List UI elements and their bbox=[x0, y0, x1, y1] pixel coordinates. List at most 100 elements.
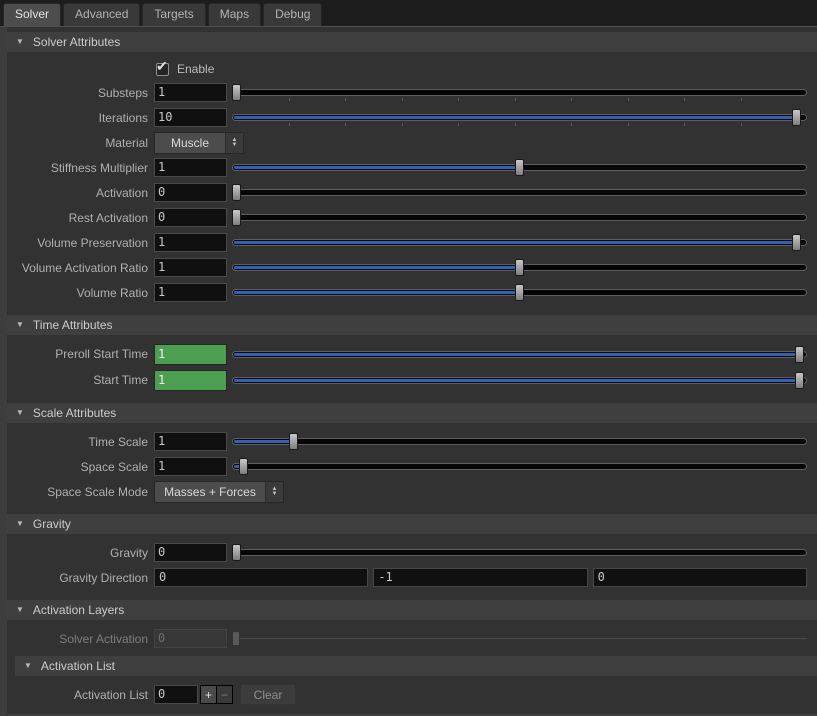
vector-component-field[interactable]: 0 bbox=[154, 568, 368, 587]
slider-handle[interactable] bbox=[232, 631, 240, 646]
slider-handle[interactable] bbox=[239, 458, 248, 475]
parm-slider[interactable] bbox=[232, 159, 807, 176]
collapse-triangle-icon[interactable]: ▼ bbox=[16, 38, 24, 46]
tab-targets[interactable]: Targets bbox=[142, 3, 205, 26]
list-add-remove-group: +− bbox=[200, 685, 233, 704]
parm-slider[interactable] bbox=[232, 84, 807, 101]
parm-slider[interactable] bbox=[232, 259, 807, 276]
parm-slider[interactable] bbox=[232, 109, 807, 126]
parm-value-field[interactable]: 1 bbox=[154, 432, 227, 451]
collapse-triangle-icon[interactable]: ▼ bbox=[24, 662, 32, 670]
slider-handle[interactable] bbox=[795, 372, 804, 389]
parm-value-field[interactable]: 1 bbox=[154, 283, 227, 302]
slider-handle[interactable] bbox=[289, 433, 298, 450]
parm-slider[interactable] bbox=[232, 184, 807, 201]
parm-slider[interactable] bbox=[232, 544, 807, 561]
slider-fill bbox=[234, 241, 796, 244]
section-header-time-attributes[interactable]: ▼Time Attributes bbox=[7, 315, 817, 335]
slider-track[interactable] bbox=[232, 463, 807, 470]
parm-value-field[interactable]: 1 bbox=[154, 370, 227, 391]
slider-handle[interactable] bbox=[232, 184, 241, 201]
enable-checkbox[interactable]: ✔ bbox=[156, 63, 169, 76]
parm-value-field[interactable]: 0 bbox=[154, 629, 227, 648]
slider-track[interactable] bbox=[232, 214, 807, 221]
section-header-gravity[interactable]: ▼Gravity bbox=[7, 514, 817, 534]
parm-label: Material bbox=[7, 136, 148, 150]
collapse-triangle-icon[interactable]: ▼ bbox=[16, 321, 24, 329]
section-title: Activation Layers bbox=[33, 603, 124, 617]
parm-label: Time Scale bbox=[7, 435, 148, 449]
tab-debug[interactable]: Debug bbox=[263, 3, 322, 26]
slider-track[interactable] bbox=[232, 438, 807, 445]
dropdown-spinner[interactable]: ▲▼ bbox=[265, 482, 283, 502]
section-header-activation-layers[interactable]: ▼ Activation Layers bbox=[7, 600, 817, 620]
clear-button[interactable]: Clear bbox=[240, 684, 296, 705]
parm-value-field[interactable]: 1 bbox=[154, 158, 227, 177]
collapse-triangle-icon[interactable]: ▼ bbox=[16, 606, 24, 614]
parm-value-field[interactable]: 1 bbox=[154, 83, 227, 102]
parm-row-space-scale: Space Scale1 bbox=[7, 454, 817, 479]
parm-slider[interactable] bbox=[232, 372, 807, 389]
parm-slider[interactable] bbox=[232, 234, 807, 251]
tab-solver[interactable]: Solver bbox=[3, 3, 61, 26]
parm-value-field[interactable]: 0 bbox=[154, 208, 227, 227]
dropdown-material[interactable]: Muscle▲▼ bbox=[154, 132, 244, 154]
dropdown-value[interactable]: Masses + Forces bbox=[155, 482, 265, 502]
parm-value-field[interactable]: 0 bbox=[154, 183, 227, 202]
vector-component-field[interactable]: -1 bbox=[373, 568, 587, 587]
parm-slider[interactable] bbox=[232, 630, 807, 647]
slider-track[interactable] bbox=[232, 638, 807, 639]
slider-tick bbox=[345, 98, 346, 101]
dropdown-spinner[interactable]: ▲▼ bbox=[225, 133, 243, 153]
parm-slider[interactable] bbox=[232, 458, 807, 475]
parm-value-field[interactable]: 1 bbox=[154, 258, 227, 277]
tab-advanced[interactable]: Advanced bbox=[63, 3, 140, 26]
parm-row-iterations: Iterations10 bbox=[7, 105, 817, 130]
parm-value-field[interactable]: 1 bbox=[154, 344, 227, 365]
slider-track[interactable] bbox=[232, 189, 807, 196]
dropdown-space-scale-mode[interactable]: Masses + Forces▲▼ bbox=[154, 481, 284, 503]
vector-component-field[interactable]: 0 bbox=[593, 568, 807, 587]
dropdown-value[interactable]: Muscle bbox=[155, 133, 225, 153]
slider-handle[interactable] bbox=[795, 346, 804, 363]
slider-handle[interactable] bbox=[232, 84, 241, 101]
slider-track[interactable] bbox=[232, 351, 807, 358]
slider-track[interactable] bbox=[232, 549, 807, 556]
parm-row-time-scale: Time Scale 1 bbox=[7, 429, 817, 454]
parm-slider[interactable] bbox=[232, 346, 807, 363]
parm-value-field[interactable]: 10 bbox=[154, 108, 227, 127]
slider-handle[interactable] bbox=[515, 284, 524, 301]
parm-row-gravity: Gravity0 bbox=[7, 540, 817, 565]
parm-slider[interactable] bbox=[232, 284, 807, 301]
parm-label: Volume Ratio bbox=[7, 286, 148, 300]
slider-tick bbox=[741, 98, 742, 101]
parm-value-field[interactable]: 0 bbox=[154, 543, 227, 562]
tab-maps[interactable]: Maps bbox=[208, 3, 261, 26]
parm-label: Activation bbox=[7, 186, 148, 200]
slider-track[interactable] bbox=[232, 89, 807, 96]
section-header-activation-list[interactable]: ▼Activation List bbox=[15, 656, 817, 676]
parm-row-solver-activation: Solver Activation0 bbox=[7, 626, 817, 651]
slider-handle[interactable] bbox=[792, 234, 801, 251]
section-header-solver-attributes[interactable]: ▼Solver Attributes bbox=[7, 32, 817, 52]
slider-handle[interactable] bbox=[515, 159, 524, 176]
slider-handle[interactable] bbox=[232, 209, 241, 226]
slider-handle[interactable] bbox=[515, 259, 524, 276]
parm-value-field[interactable]: 1 bbox=[154, 233, 227, 252]
add-item-button[interactable]: + bbox=[201, 686, 217, 703]
slider-handle[interactable] bbox=[232, 544, 241, 561]
slider-fill bbox=[234, 353, 802, 356]
parm-slider[interactable] bbox=[232, 433, 807, 450]
collapse-triangle-icon[interactable]: ▼ bbox=[16, 520, 24, 528]
slider-track[interactable] bbox=[232, 377, 807, 384]
section-header-scale-attributes[interactable]: ▼Scale Attributes bbox=[7, 403, 817, 423]
parm-slider[interactable] bbox=[232, 209, 807, 226]
remove-item-button[interactable]: − bbox=[217, 686, 232, 703]
slider-fill bbox=[234, 291, 520, 294]
slider-track[interactable] bbox=[232, 239, 807, 246]
collapse-triangle-icon[interactable]: ▼ bbox=[16, 409, 24, 417]
parm-value-field[interactable]: 1 bbox=[154, 457, 227, 476]
slider-handle[interactable] bbox=[792, 109, 801, 126]
list-count-field[interactable]: 0 bbox=[154, 685, 198, 704]
slider-track[interactable] bbox=[232, 114, 807, 121]
